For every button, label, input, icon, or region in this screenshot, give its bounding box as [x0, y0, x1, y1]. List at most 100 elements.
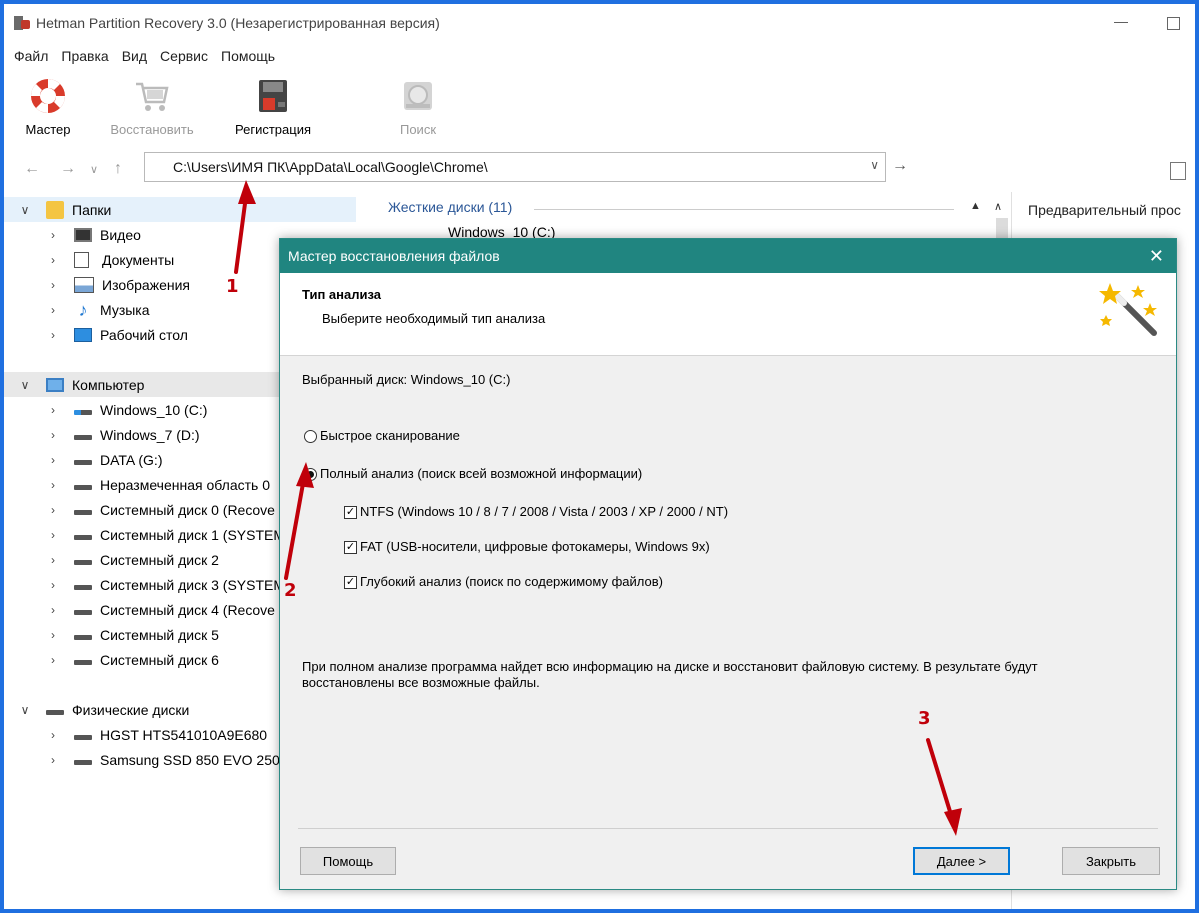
back-arrow-icon[interactable]: ←: [24, 160, 40, 178]
search-disk-icon: [398, 76, 438, 116]
tree-item-label: Музыка: [100, 301, 150, 318]
next-button[interactable]: Далее >: [913, 847, 1010, 875]
expand-chevron-icon[interactable]: ›: [46, 603, 60, 617]
view-mode-icon[interactable]: [1170, 162, 1186, 180]
app-window: Hetman Partition Recovery 3.0 (Незарегис…: [4, 4, 1195, 909]
folder-icon: [46, 200, 64, 219]
expand-chevron-icon[interactable]: ›: [46, 478, 60, 492]
close-icon[interactable]: ✕: [1149, 246, 1164, 267]
drive-icon: [74, 635, 92, 640]
drive-icon: [74, 510, 92, 515]
drive-icon: [74, 560, 92, 565]
address-bar[interactable]: C:\Users\ИМЯ ПК\AppData\Local\Google\Chr…: [144, 152, 886, 182]
dialog-header-title: Тип анализа: [302, 287, 381, 302]
document-icon: [74, 251, 89, 268]
expand-chevron-icon[interactable]: ›: [46, 453, 60, 467]
expand-chevron-icon[interactable]: ›: [46, 403, 60, 417]
go-arrow-icon[interactable]: →: [892, 157, 908, 175]
expand-chevron-icon[interactable]: ›: [46, 653, 60, 667]
search-button[interactable]: Поиск: [390, 76, 446, 137]
expand-chevron-icon[interactable]: ›: [46, 578, 60, 592]
tree-item-label: Samsung SSD 850 EVO 250G: [100, 751, 291, 768]
drive-icon: [74, 460, 92, 465]
dialog-body: Выбранный диск: Windows_10 (C:) Быстрое …: [280, 356, 1176, 889]
expand-chevron-icon[interactable]: ›: [46, 528, 60, 542]
radio-fast-label[interactable]: Быстрое сканирование: [320, 428, 460, 443]
history-chevron-icon[interactable]: ∨: [90, 163, 98, 176]
tree-folders-node[interactable]: ∨ Папки: [4, 197, 356, 222]
search-label: Поиск: [399, 122, 437, 137]
register-button[interactable]: Регистрация: [226, 76, 320, 137]
expand-chevron-icon[interactable]: ›: [46, 553, 60, 567]
expand-chevron-icon[interactable]: ›: [46, 228, 60, 242]
maximize-icon[interactable]: [1167, 17, 1180, 30]
film-icon: [74, 227, 92, 242]
drive-icon: [74, 585, 92, 590]
group-collapse-icon[interactable]: ▲: [970, 200, 981, 212]
tree-item-label: Системный диск 4 (Recove: [100, 601, 275, 618]
navigation-bar: ← → ∨ ↑ C:\Users\ИМЯ ПК\AppData\Local\Go…: [4, 152, 1195, 188]
radio-fast-scan[interactable]: [304, 430, 317, 443]
checkbox-ntfs-label[interactable]: NTFS (Windows 10 / 8 / 7 / 2008 / Vista …: [360, 504, 728, 519]
collapse-chevron-icon[interactable]: ∨: [18, 378, 32, 392]
cart-icon: [132, 76, 172, 116]
collapse-chevron-icon[interactable]: ∨: [18, 703, 32, 717]
expand-chevron-icon[interactable]: ›: [46, 328, 60, 342]
toolbar: Мастер Восстановить Регистрация Поиск: [4, 76, 1195, 146]
drive-icon: [74, 435, 92, 440]
drive-icon: [74, 735, 92, 740]
radio-full-analysis[interactable]: [304, 468, 317, 481]
tree-item-label: Windows_7 (D:): [100, 426, 200, 443]
radio-full-label[interactable]: Полный анализ (поиск всей возможной инфо…: [320, 466, 642, 481]
collapse-chevron-icon[interactable]: ∨: [18, 203, 32, 217]
menu-view[interactable]: Вид: [122, 48, 147, 64]
expand-chevron-icon[interactable]: ›: [46, 278, 60, 292]
minimize-icon[interactable]: —: [1114, 14, 1128, 28]
app-logo-icon: [14, 15, 30, 31]
expand-chevron-icon[interactable]: ›: [46, 753, 60, 767]
tree-item-label: Рабочий стол: [100, 326, 188, 343]
drive-icon: [74, 535, 92, 540]
checkbox-ntfs[interactable]: ✓: [344, 506, 357, 519]
checkbox-deep-label[interactable]: Глубокий анализ (поиск по содержимому фа…: [360, 574, 663, 589]
address-path: C:\Users\ИМЯ ПК\AppData\Local\Google\Chr…: [173, 159, 488, 175]
scroll-up-icon[interactable]: ∧: [994, 200, 1002, 213]
tree-item-label: Системный диск 0 (Recove: [100, 501, 275, 518]
checkbox-deep[interactable]: ✓: [344, 576, 357, 589]
recovery-wizard-dialog: Мастер восстановления файлов ✕ Тип анали…: [279, 238, 1177, 890]
restore-label: Восстановить: [110, 122, 194, 137]
computer-icon: [46, 377, 64, 392]
register-label: Регистрация: [235, 122, 311, 137]
tree-item-label: Изображения: [102, 276, 190, 293]
up-arrow-icon[interactable]: ↑: [114, 160, 122, 178]
close-button[interactable]: Закрыть: [1062, 847, 1160, 875]
address-dropdown-icon[interactable]: ∨: [870, 158, 879, 172]
dialog-title-bar: Мастер восстановления файлов ✕: [280, 239, 1176, 273]
expand-chevron-icon[interactable]: ›: [46, 628, 60, 642]
tree-item-label: Видео: [100, 226, 141, 243]
tree-item-label: Системный диск 2: [100, 551, 219, 568]
expand-chevron-icon[interactable]: ›: [46, 303, 60, 317]
checkbox-fat-label[interactable]: FAT (USB-носители, цифровые фотокамеры, …: [360, 539, 710, 554]
tree-item-label: Системный диск 6: [100, 651, 219, 668]
expand-chevron-icon[interactable]: ›: [46, 503, 60, 517]
tree-item-label: Системный диск 1 (SYSTEM: [100, 526, 286, 543]
forward-arrow-icon[interactable]: →: [60, 160, 76, 178]
expand-chevron-icon[interactable]: ›: [46, 728, 60, 742]
menu-edit[interactable]: Правка: [61, 48, 108, 64]
help-button[interactable]: Помощь: [300, 847, 396, 875]
expand-chevron-icon[interactable]: ›: [46, 253, 60, 267]
checkbox-fat[interactable]: ✓: [344, 541, 357, 554]
restore-button[interactable]: Восстановить: [104, 76, 200, 137]
group-header[interactable]: Жесткие диски (11): [388, 199, 512, 215]
drive-icon: [74, 660, 92, 665]
drive-icon: [74, 610, 92, 615]
drive-icon: [74, 760, 92, 765]
menu-help[interactable]: Помощь: [221, 48, 275, 64]
tree-item-label: Неразмеченная область 0: [100, 476, 270, 493]
wizard-button[interactable]: Мастер: [20, 76, 76, 137]
expand-chevron-icon[interactable]: ›: [46, 428, 60, 442]
tree-folders-label: Папки: [72, 201, 112, 218]
menu-file[interactable]: Файл: [14, 48, 48, 64]
menu-service[interactable]: Сервис: [160, 48, 208, 64]
